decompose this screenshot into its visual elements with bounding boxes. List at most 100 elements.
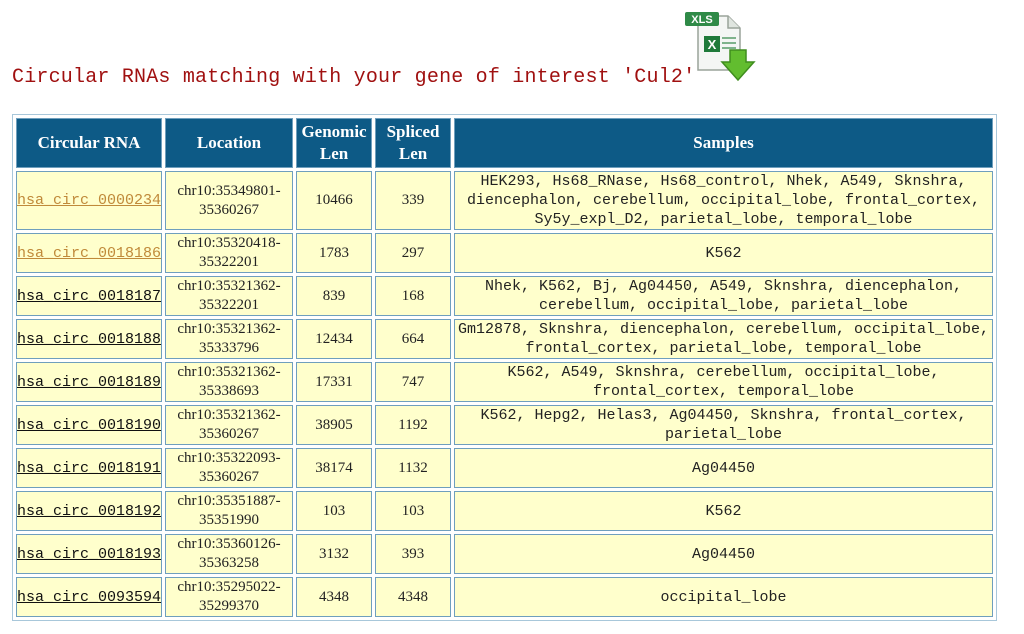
- circ-id-link[interactable]: hsa_circ_0018191: [17, 460, 161, 477]
- spliced-len-cell: 339: [375, 171, 452, 230]
- samples-cell: occipital_lobe: [454, 577, 993, 617]
- genomic-len-cell: 3132: [296, 534, 373, 574]
- location-line1: chr10:35322093-: [177, 450, 281, 466]
- circ-id-cell: hsa_circ_0018189: [16, 362, 163, 402]
- samples-cell: K562, Hepg2, Helas3, Ag04450, Sknshra, f…: [454, 405, 993, 445]
- location-line1: chr10:35321362-: [177, 321, 281, 337]
- table-row: hsa_circ_0018186 chr10:35320418- 35322201…: [16, 233, 993, 273]
- circ-id-link[interactable]: hsa_circ_0018189: [17, 374, 161, 391]
- table-row: hsa_circ_0018187 chr10:35321362- 35322201…: [16, 276, 993, 316]
- spliced-len-cell: 103: [375, 491, 452, 531]
- circ-id-cell: hsa_circ_0018191: [16, 448, 163, 488]
- samples-cell: K562, A549, Sknshra, cerebellum, occipit…: [454, 362, 993, 402]
- circ-id-cell: hsa_circ_0018192: [16, 491, 163, 531]
- genomic-len-cell: 839: [296, 276, 373, 316]
- circ-id-cell: hsa_circ_0000234: [16, 171, 163, 230]
- spliced-len-cell: 1192: [375, 405, 452, 445]
- spliced-len-cell: 664: [375, 319, 452, 359]
- circ-id-link[interactable]: hsa_circ_0018193: [17, 546, 161, 563]
- samples-cell: Nhek, K562, Bj, Ag04450, A549, Sknshra, …: [454, 276, 993, 316]
- circ-id-link[interactable]: hsa_circ_0018192: [17, 503, 161, 520]
- genomic-len-cell: 10466: [296, 171, 373, 230]
- circ-id-link[interactable]: hsa_circ_0018186: [17, 245, 161, 262]
- circ-id-cell: hsa_circ_0018187: [16, 276, 163, 316]
- location-line1: chr10:35321362-: [177, 278, 281, 294]
- svg-text:X: X: [708, 37, 717, 52]
- location-line2: 35360267: [199, 201, 260, 218]
- location-line1: chr10:35320418-: [177, 235, 281, 251]
- location-line1: chr10:35321362-: [177, 364, 281, 380]
- spliced-len-cell: 168: [375, 276, 452, 316]
- page-title: Circular RNAs matching with your gene of…: [12, 66, 696, 89]
- samples-cell: Gm12878, Sknshra, diencephalon, cerebell…: [454, 319, 993, 359]
- location-cell: chr10:35320418- 35322201: [165, 233, 294, 273]
- genomic-len-cell: 38174: [296, 448, 373, 488]
- samples-cell: Ag04450: [454, 534, 993, 574]
- genomic-len-cell: 1783: [296, 233, 373, 273]
- location-cell: chr10:35321362- 35360267: [165, 405, 294, 445]
- location-line2: 35333796: [199, 340, 260, 356]
- location-cell: chr10:35321362- 35338693: [165, 362, 294, 402]
- spliced-len-cell: 4348: [375, 577, 452, 617]
- samples-cell: K562: [454, 491, 993, 531]
- circ-id-link[interactable]: hsa_circ_0093594: [17, 589, 161, 606]
- genomic-len-cell: 4348: [296, 577, 373, 617]
- spliced-len-cell: 747: [375, 362, 452, 402]
- circ-id-link[interactable]: hsa_circ_0000234: [17, 192, 161, 209]
- table-row: hsa_circ_0000234 chr10:35349801- 35360267…: [16, 171, 993, 230]
- spliced-len-cell: 393: [375, 534, 452, 574]
- location-cell: chr10:35360126- 35363258: [165, 534, 294, 574]
- header-genomic-line2: Len: [319, 144, 349, 163]
- xls-label: XLS: [691, 14, 712, 26]
- location-line2: 35363258: [199, 555, 260, 571]
- table-row: hsa_circ_0018193 chr10:35360126- 35363258…: [16, 534, 993, 574]
- header-genomic-line1: Genomic: [301, 122, 367, 141]
- table-row: hsa_circ_0018191 chr10:35322093- 35360267…: [16, 448, 993, 488]
- table-header-row: Circular RNA Location Genomic Len Spliced…: [16, 118, 993, 168]
- samples-cell: K562: [454, 233, 993, 273]
- location-cell: chr10:35321362- 35333796: [165, 319, 294, 359]
- circ-id-cell: hsa_circ_0018188: [16, 319, 163, 359]
- page: XLS X Circular RNAs matching with your g…: [0, 0, 1024, 634]
- header-spliced-line1: Spliced: [386, 122, 440, 141]
- circ-id-link[interactable]: hsa_circ_0018188: [17, 331, 161, 348]
- table-row: hsa_circ_0018192 chr10:35351887- 35351990…: [16, 491, 993, 531]
- circ-id-cell: hsa_circ_0018193: [16, 534, 163, 574]
- spliced-len-cell: 297: [375, 233, 452, 273]
- location-cell: chr10:35295022- 35299370: [165, 577, 294, 617]
- circ-id-cell: hsa_circ_0018190: [16, 405, 163, 445]
- circ-id-cell: hsa_circ_0093594: [16, 577, 163, 617]
- samples-cell: Ag04450: [454, 448, 993, 488]
- circ-id-cell: hsa_circ_0018186: [16, 233, 163, 273]
- genomic-len-cell: 17331: [296, 362, 373, 402]
- location-line2: 35299370: [199, 598, 260, 614]
- location-cell: chr10:35322093- 35360267: [165, 448, 294, 488]
- genomic-len-cell: 12434: [296, 319, 373, 359]
- header-genomic-len[interactable]: Genomic Len: [296, 118, 373, 168]
- location-line1: chr10:35351887-: [177, 493, 281, 509]
- location-line1: chr10:35321362-: [177, 407, 281, 423]
- location-cell: chr10:35321362- 35322201: [165, 276, 294, 316]
- header-spliced-len[interactable]: Spliced Len: [375, 118, 452, 168]
- circ-id-link[interactable]: hsa_circ_0018190: [17, 417, 161, 434]
- genomic-len-cell: 103: [296, 491, 373, 531]
- table-row: hsa_circ_0018189 chr10:35321362- 35338693…: [16, 362, 993, 402]
- location-line1: chr10:35295022-: [177, 579, 281, 595]
- header-samples[interactable]: Samples: [454, 118, 993, 168]
- circrna-results-table: Circular RNA Location Genomic Len Spliced…: [12, 114, 997, 621]
- header-location[interactable]: Location: [165, 118, 294, 168]
- location-line2: 35322201: [199, 254, 260, 270]
- location-line1: chr10:35360126-: [177, 536, 281, 552]
- location-line2: 35360267: [199, 426, 260, 442]
- circ-id-link[interactable]: hsa_circ_0018187: [17, 288, 161, 305]
- location-cell: chr10:35351887- 35351990: [165, 491, 294, 531]
- table-row: hsa_circ_0018190 chr10:35321362- 35360267…: [16, 405, 993, 445]
- header-circular-rna[interactable]: Circular RNA: [16, 118, 163, 168]
- location-line1: chr10:35349801-: [177, 182, 281, 199]
- header-spliced-line2: Len: [398, 144, 428, 163]
- location-line2: 35360267: [199, 469, 260, 485]
- table-row: hsa_circ_0093594 chr10:35295022- 35299370…: [16, 577, 993, 617]
- samples-cell: HEK293, Hs68_RNase, Hs68_control, Nhek, …: [454, 171, 993, 230]
- location-cell: chr10:35349801- 35360267: [165, 171, 294, 230]
- location-line2: 35351990: [199, 512, 260, 528]
